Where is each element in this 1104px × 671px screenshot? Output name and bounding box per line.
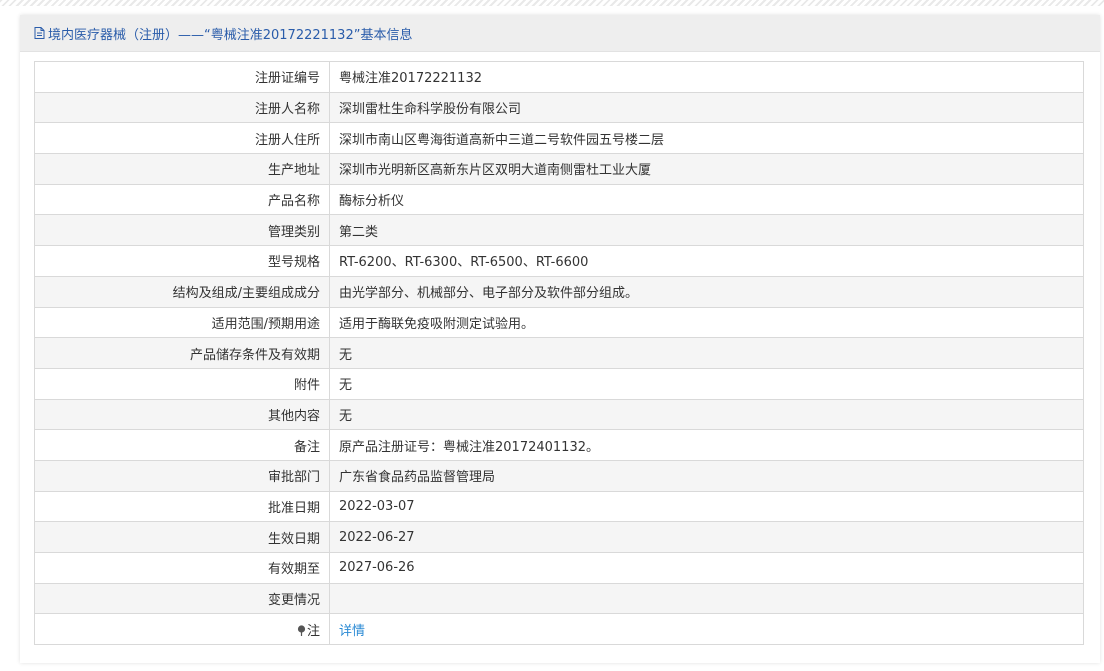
row-value: 无 [329, 398, 1084, 431]
info-table: 注册证编号 粤械注准20172221132 注册人名称 深圳雷杜生命科学股份有限… [34, 61, 1084, 646]
row-value: 广东省食品药品监督管理局 [329, 459, 1084, 492]
table-row: 生效日期 2022-06-27 [34, 521, 1084, 553]
row-value: 粤械注准20172221132 [329, 61, 1084, 93]
row-label: 附件 [34, 367, 330, 400]
row-value: 2022-06-27 [329, 521, 1084, 553]
row-label: 注册证编号 [34, 61, 330, 93]
table-row: 附件 无 [34, 367, 1084, 400]
table-row: 批准日期 2022-03-07 [34, 490, 1084, 523]
row-value: 由光学部分、机械部分、电子部分及软件部分组成。 [329, 275, 1084, 308]
table-row: 产品储存条件及有效期 无 [34, 337, 1084, 369]
row-value: 无 [329, 337, 1084, 369]
row-label: 其他内容 [34, 398, 330, 431]
note-value-cell: 详情 [329, 613, 1084, 646]
row-value [329, 582, 1084, 615]
row-value: 深圳市光明新区高新东片区双明大道南侧雷杜工业大厦 [329, 153, 1084, 185]
row-value: 适用于酶联免疫吸附测定试验用。 [329, 306, 1084, 339]
table-row: 管理类别 第二类 [34, 214, 1084, 247]
table-row: 备注 原产品注册证号：粤械注准20172401132。 [34, 429, 1084, 461]
table-row: 有效期至 2027-06-26 [34, 552, 1084, 584]
table-row: 适用范围/预期用途 适用于酶联免疫吸附测定试验用。 [34, 306, 1084, 339]
row-value: 深圳雷杜生命科学股份有限公司 [329, 91, 1084, 124]
top-decorative-stripe [0, 0, 1104, 6]
row-label: 有效期至 [34, 552, 330, 584]
row-label: 审批部门 [34, 459, 330, 492]
page-title: 境内医疗器械（注册）——“粤械注准20172221132”基本信息 [48, 27, 413, 43]
row-value: 2022-03-07 [329, 490, 1084, 523]
row-label: 注册人名称 [34, 91, 330, 124]
row-label: 注册人住所 [34, 122, 330, 155]
table-row: 注册人名称 深圳雷杜生命科学股份有限公司 [34, 91, 1084, 124]
table-row-note: 注 详情 [34, 613, 1084, 646]
row-label: 备注 [34, 429, 330, 461]
row-label: 生效日期 [34, 521, 330, 553]
row-value: 原产品注册证号：粤械注准20172401132。 [329, 429, 1084, 461]
table-row: 结构及组成/主要组成成分 由光学部分、机械部分、电子部分及软件部分组成。 [34, 275, 1084, 308]
document-icon [34, 27, 45, 39]
row-label: 产品储存条件及有效期 [34, 337, 330, 369]
table-row: 审批部门 广东省食品药品监督管理局 [34, 459, 1084, 492]
row-value: 酶标分析仪 [329, 183, 1084, 216]
row-label: 变更情况 [34, 582, 330, 615]
row-label: 结构及组成/主要组成成分 [34, 275, 330, 308]
pin-icon [297, 625, 306, 636]
row-label: 管理类别 [34, 214, 330, 247]
row-label: 型号规格 [34, 245, 330, 277]
row-label: 产品名称 [34, 183, 330, 216]
row-value: 第二类 [329, 214, 1084, 247]
note-label-cell: 注 [34, 613, 330, 646]
table-row: 产品名称 酶标分析仪 [34, 183, 1084, 216]
row-value: 无 [329, 367, 1084, 400]
table-row: 变更情况 [34, 582, 1084, 615]
note-label: 注 [306, 623, 320, 639]
row-value: RT-6200、RT-6300、RT-6500、RT-6600 [329, 245, 1084, 277]
basic-info-panel: 境内医疗器械（注册）——“粤械注准20172221132”基本信息 注册证编号 … [20, 15, 1100, 663]
table-row: 注册证编号 粤械注准20172221132 [34, 61, 1084, 93]
row-label: 生产地址 [34, 153, 330, 185]
row-value: 2027-06-26 [329, 552, 1084, 584]
row-label: 适用范围/预期用途 [34, 306, 330, 339]
table-row: 生产地址 深圳市光明新区高新东片区双明大道南侧雷杜工业大厦 [34, 153, 1084, 185]
row-label: 批准日期 [34, 490, 330, 523]
table-row: 注册人住所 深圳市南山区粤海街道高新中三道二号软件园五号楼二层 [34, 122, 1084, 155]
panel-header: 境内医疗器械（注册）——“粤械注准20172221132”基本信息 [20, 15, 1100, 52]
table-row: 型号规格 RT-6200、RT-6300、RT-6500、RT-6600 [34, 245, 1084, 277]
details-link[interactable]: 详情 [339, 624, 365, 639]
table-row: 其他内容 无 [34, 398, 1084, 431]
row-value: 深圳市南山区粤海街道高新中三道二号软件园五号楼二层 [329, 122, 1084, 155]
